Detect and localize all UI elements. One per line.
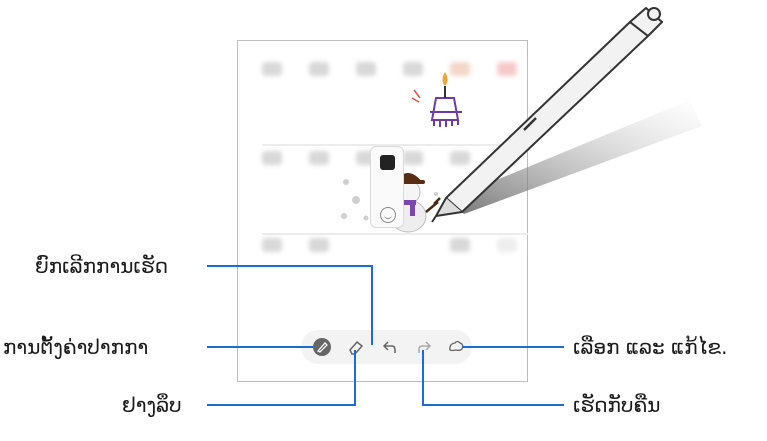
eraser-callout-line-v [354, 350, 356, 406]
s-pen-illustration [431, 7, 702, 223]
drawing-toolbar [301, 330, 472, 364]
undo-label: ຍົກເລີກການເຮັດ [35, 254, 168, 278]
eraser-callout-line-h [207, 404, 355, 406]
emoji-sticker-icon[interactable] [380, 207, 396, 223]
sticker-panel [370, 146, 404, 228]
select-callout-line [462, 346, 564, 348]
pen-settings-label: ການຕັ້ງຄ່າປາກກາ [3, 335, 149, 359]
eraser-icon[interactable] [345, 336, 367, 358]
select-edit-label: ເລືອກ ແລະ ແກ້ໄຂ. [573, 335, 728, 359]
redo-icon[interactable] [413, 336, 435, 358]
pen-icon[interactable] [311, 336, 333, 358]
undo-icon[interactable] [379, 336, 401, 358]
redo-callout-line-h [422, 404, 564, 406]
redo-callout-line-v [422, 350, 424, 406]
undo-callout-line-v [371, 265, 373, 345]
undo-callout-line-h [207, 265, 372, 267]
color-swatch[interactable] [380, 155, 395, 170]
eraser-label: ຢາງລຶບ [122, 393, 182, 417]
redo-label: ເຮັດກັບຄືນ [573, 393, 661, 417]
pen-settings-callout-line [207, 346, 313, 348]
